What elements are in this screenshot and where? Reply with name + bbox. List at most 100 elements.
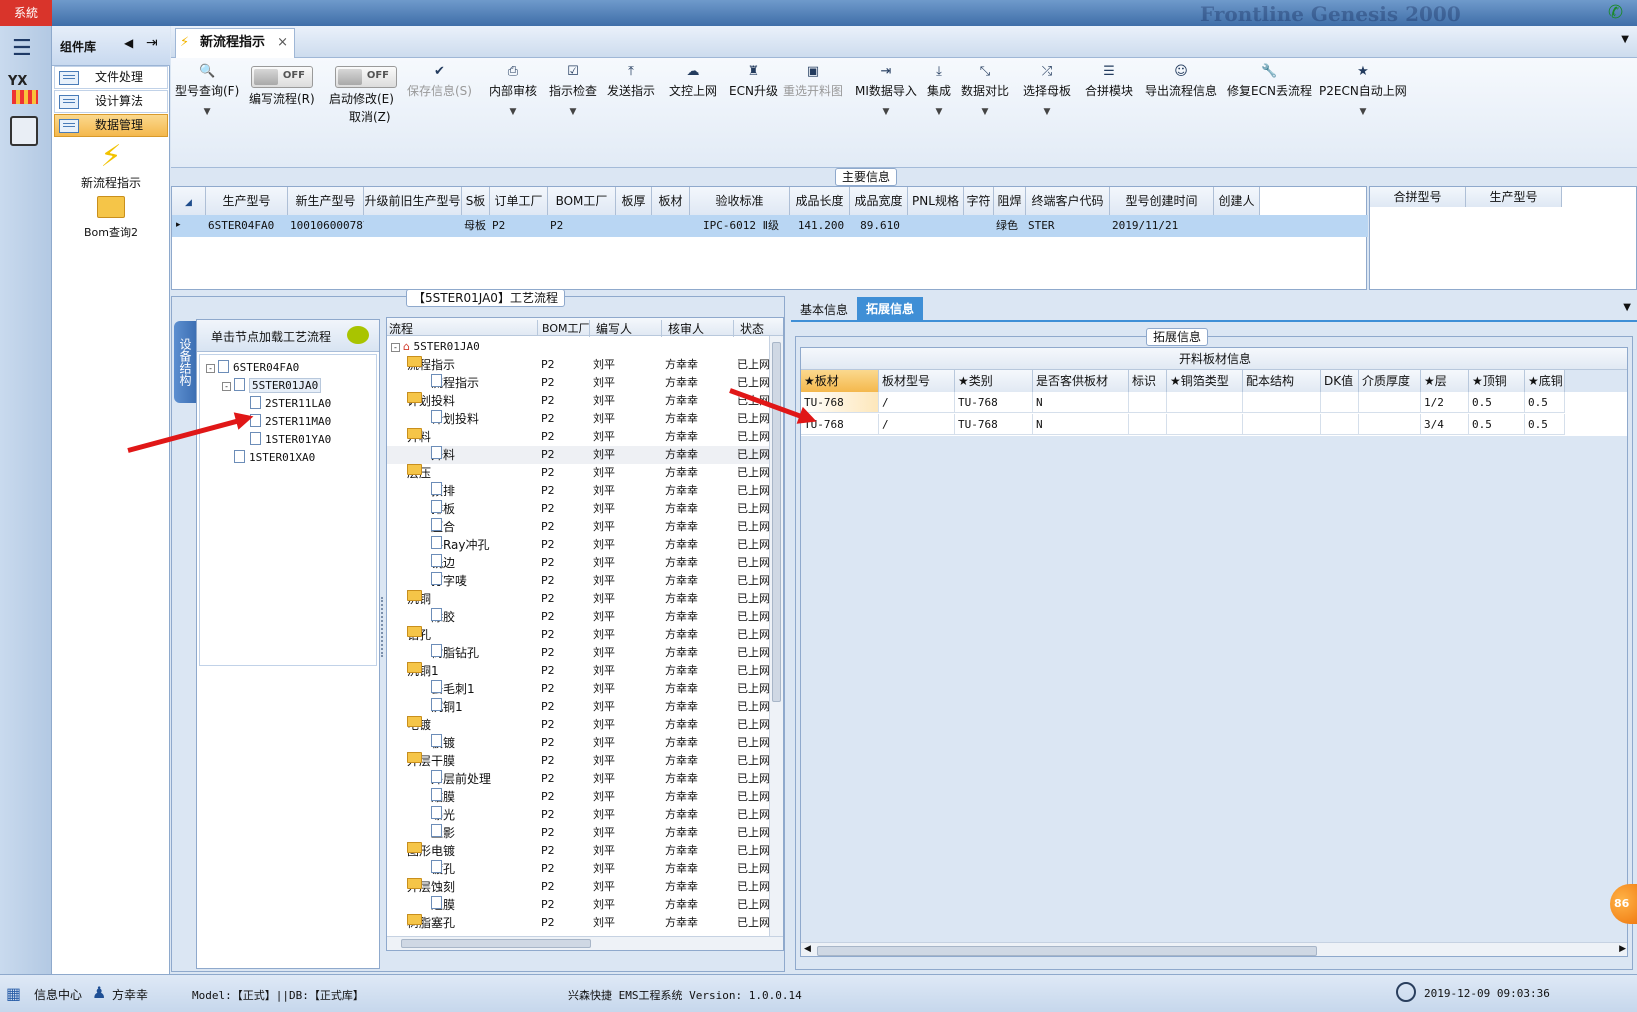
flow-row[interactable]: -图形电镀P2刘平方幸幸已上网 bbox=[387, 842, 783, 860]
toolbar-button[interactable]: ♜ ECN升级 bbox=[729, 64, 778, 99]
toolbar-button[interactable]: ★ P2ECN自动上网 ▼ bbox=[1319, 64, 1407, 117]
column-header[interactable]: 板材型号 bbox=[879, 370, 955, 392]
flow-row[interactable]: -沉铜1P2刘平方幸幸已上网 bbox=[387, 662, 783, 680]
yx-app-icon[interactable]: YX bbox=[8, 74, 42, 106]
flow-row[interactable]: -计划投料P2刘平方幸幸已上网 bbox=[387, 392, 783, 410]
grid-cell[interactable] bbox=[1321, 392, 1359, 413]
toolbar-button[interactable]: ☑ 指示检查 ▼ bbox=[549, 64, 597, 117]
toolbar-button[interactable]: ☺ 导出流程信息 bbox=[1145, 64, 1217, 99]
grid-cell[interactable] bbox=[1167, 392, 1243, 413]
grid-cell[interactable]: 0.5 bbox=[1469, 392, 1525, 413]
column-header[interactable]: ★层 bbox=[1421, 370, 1469, 392]
chevron-down-icon[interactable]: ▼ bbox=[1623, 302, 1631, 313]
flow-row[interactable]: 去毛刺1 P2 刘平 方幸幸 已上网 bbox=[387, 680, 783, 698]
grid-apps-icon[interactable]: ▦ bbox=[6, 984, 21, 1003]
toolbar-button[interactable]: ⎙ 内部审核 ▼ bbox=[489, 64, 537, 117]
grid-cell[interactable] bbox=[1129, 392, 1167, 413]
chevron-down-icon[interactable]: ▼ bbox=[1621, 34, 1629, 45]
collapse-left-icon[interactable]: ◀ bbox=[124, 36, 133, 50]
flow-row[interactable]: -电镀P2刘平方幸幸已上网 bbox=[387, 716, 783, 734]
grid-cell[interactable]: 0.5 bbox=[1525, 392, 1565, 413]
info-center-link[interactable]: 信息中心 bbox=[34, 986, 82, 1003]
close-tab-icon[interactable]: × bbox=[277, 29, 288, 57]
model-query-button[interactable]: 🔍 型号查询(F) ▼ bbox=[175, 64, 239, 117]
grid-cell[interactable]: 3/4 bbox=[1421, 414, 1469, 435]
flow-row[interactable]: 开料 P2 刘平 方幸幸 已上网 bbox=[387, 446, 783, 464]
grid-cell[interactable]: 0.5 bbox=[1525, 414, 1565, 435]
grid-cell[interactable]: / bbox=[879, 392, 955, 413]
calculator-icon[interactable] bbox=[10, 116, 38, 146]
column-header[interactable]: ★板材 bbox=[801, 370, 879, 392]
enable-edit-toggle[interactable]: OFF bbox=[335, 66, 397, 88]
flow-row[interactable]: 外层前处理 P2 刘平 方幸幸 已上网 bbox=[387, 770, 783, 788]
flow-row[interactable]: 铣边 P2 刘平 方幸幸 已上网 bbox=[387, 554, 783, 572]
flow-row[interactable]: 显影 P2 刘平 方幸幸 已上网 bbox=[387, 824, 783, 842]
tab-extended-info[interactable]: 拓展信息 bbox=[857, 297, 923, 321]
flow-row[interactable]: 退膜 P2 刘平 方幸幸 已上网 bbox=[387, 896, 783, 914]
flow-row[interactable]: 预排 P2 刘平 方幸幸 已上网 bbox=[387, 482, 783, 500]
flow-row[interactable]: -外层蚀刻P2刘平方幸幸已上网 bbox=[387, 878, 783, 896]
flow-row[interactable]: 排板 P2 刘平 方幸幸 已上网 bbox=[387, 500, 783, 518]
flow-row[interactable]: 沉铜1 P2 刘平 方幸幸 已上网 bbox=[387, 698, 783, 716]
tree-node[interactable]: - 6STER04FA0 bbox=[206, 359, 299, 377]
grid-cell[interactable]: 1/2 bbox=[1421, 392, 1469, 413]
grid-cell[interactable] bbox=[1243, 414, 1321, 435]
tool-new-flow[interactable]: ⚡ 新流程指示 bbox=[74, 140, 148, 191]
grid-cell[interactable]: / bbox=[879, 414, 955, 435]
grid-cell[interactable] bbox=[1129, 414, 1167, 435]
flow-row[interactable]: -钻孔P2刘平方幸幸已上网 bbox=[387, 626, 783, 644]
grid-cell[interactable]: N bbox=[1033, 414, 1129, 435]
hamburger-menu-icon[interactable]: ☰ bbox=[12, 36, 32, 61]
flow-row[interactable]: -开料P2刘平方幸幸已上网 bbox=[387, 428, 783, 446]
system-menu-button[interactable]: 系統 bbox=[0, 0, 52, 26]
flow-row[interactable]: 压合 P2 刘平 方幸幸 已上网 bbox=[387, 518, 783, 536]
grid-cell[interactable]: 0.5 bbox=[1469, 414, 1525, 435]
column-header[interactable]: ★底铜 bbox=[1525, 370, 1565, 392]
horizontal-scrollbar[interactable]: ◀ ▶ bbox=[801, 942, 1627, 956]
tab-basic-info[interactable]: 基本信息 bbox=[793, 299, 855, 321]
collapse-toggle-icon[interactable]: - bbox=[206, 364, 215, 373]
column-header[interactable]: 配本结构 bbox=[1243, 370, 1321, 392]
flow-row[interactable]: -层压P2刘平方幸幸已上网 bbox=[387, 464, 783, 482]
toolbar-button[interactable]: ⤓ 集成 ▼ bbox=[927, 64, 951, 117]
flow-row[interactable]: 曝光 P2 刘平 方幸幸 已上网 bbox=[387, 806, 783, 824]
flow-row[interactable]: 板镀 P2 刘平 方幸幸 已上网 bbox=[387, 734, 783, 752]
column-header[interactable]: ★类别 bbox=[955, 370, 1033, 392]
flow-row[interactable]: 流程指示 P2 刘平 方幸幸 已上网 bbox=[387, 374, 783, 392]
collapse-toggle-icon[interactable]: - bbox=[222, 382, 231, 391]
column-header[interactable]: 介质厚度 bbox=[1359, 370, 1421, 392]
toolbar-button[interactable]: ☰ 合拼模块 bbox=[1085, 64, 1133, 99]
write-flow-toggle[interactable]: OFF bbox=[251, 66, 313, 88]
grid-cell[interactable] bbox=[1243, 392, 1321, 413]
flow-row[interactable]: -树脂塞孔P2刘平方幸幸已上网 bbox=[387, 914, 783, 932]
pin-icon[interactable]: ⇥ bbox=[146, 35, 158, 51]
flow-row[interactable]: 打字唛 P2 刘平 方幸幸 已上网 bbox=[387, 572, 783, 590]
column-header[interactable]: 标识 bbox=[1129, 370, 1167, 392]
column-header[interactable]: DK值 bbox=[1321, 370, 1359, 392]
grid-cell[interactable] bbox=[1321, 414, 1359, 435]
cancel-button[interactable]: 取消(Z) bbox=[349, 108, 391, 125]
tool-bom-query[interactable]: Bom查询2 bbox=[74, 196, 148, 240]
tree-node[interactable]: - 5STER01JA0 bbox=[222, 377, 322, 395]
toolbar-button[interactable]: 🔧 修复ECN丢流程 bbox=[1227, 64, 1312, 99]
library-item-data-management[interactable]: 数据管理 bbox=[54, 114, 168, 137]
flow-row[interactable]: 树脂钻孔 P2 刘平 方幸幸 已上网 bbox=[387, 644, 783, 662]
horizontal-scrollbar[interactable] bbox=[387, 936, 783, 950]
grid-cell[interactable] bbox=[1359, 414, 1421, 435]
flow-root-node[interactable]: - ⌂ 5STER01JA0 bbox=[387, 338, 771, 356]
toolbar-button[interactable]: ☁ 文控上网 bbox=[669, 64, 717, 99]
grid-cell[interactable]: N bbox=[1033, 392, 1129, 413]
grid-cell[interactable] bbox=[1167, 414, 1243, 435]
toolbar-button[interactable]: ▣ 重选开料图 bbox=[783, 64, 843, 99]
tab-equipment-structure[interactable]: 设备结构 bbox=[174, 321, 196, 403]
column-header[interactable]: ★顶铜 bbox=[1469, 370, 1525, 392]
tab-new-flow[interactable]: ⚡ 新流程指示 × bbox=[175, 28, 295, 58]
library-item-file-processing[interactable]: 文件处理 bbox=[54, 66, 168, 89]
vertical-scrollbar[interactable] bbox=[769, 336, 783, 936]
flow-row[interactable]: 贴膜 P2 刘平 方幸幸 已上网 bbox=[387, 788, 783, 806]
phone-icon[interactable]: ✆ bbox=[1608, 2, 1623, 23]
splitter-handle[interactable] bbox=[381, 597, 385, 657]
table-row[interactable]: ▸ 6STER04FA0 10010600078718 母板 P2 P2 IPC-6012… bbox=[172, 215, 1368, 237]
toolbar-button[interactable]: ⤡ 数据对比 ▼ bbox=[961, 64, 1009, 117]
flow-row[interactable]: -外层干膜P2刘平方幸幸已上网 bbox=[387, 752, 783, 770]
